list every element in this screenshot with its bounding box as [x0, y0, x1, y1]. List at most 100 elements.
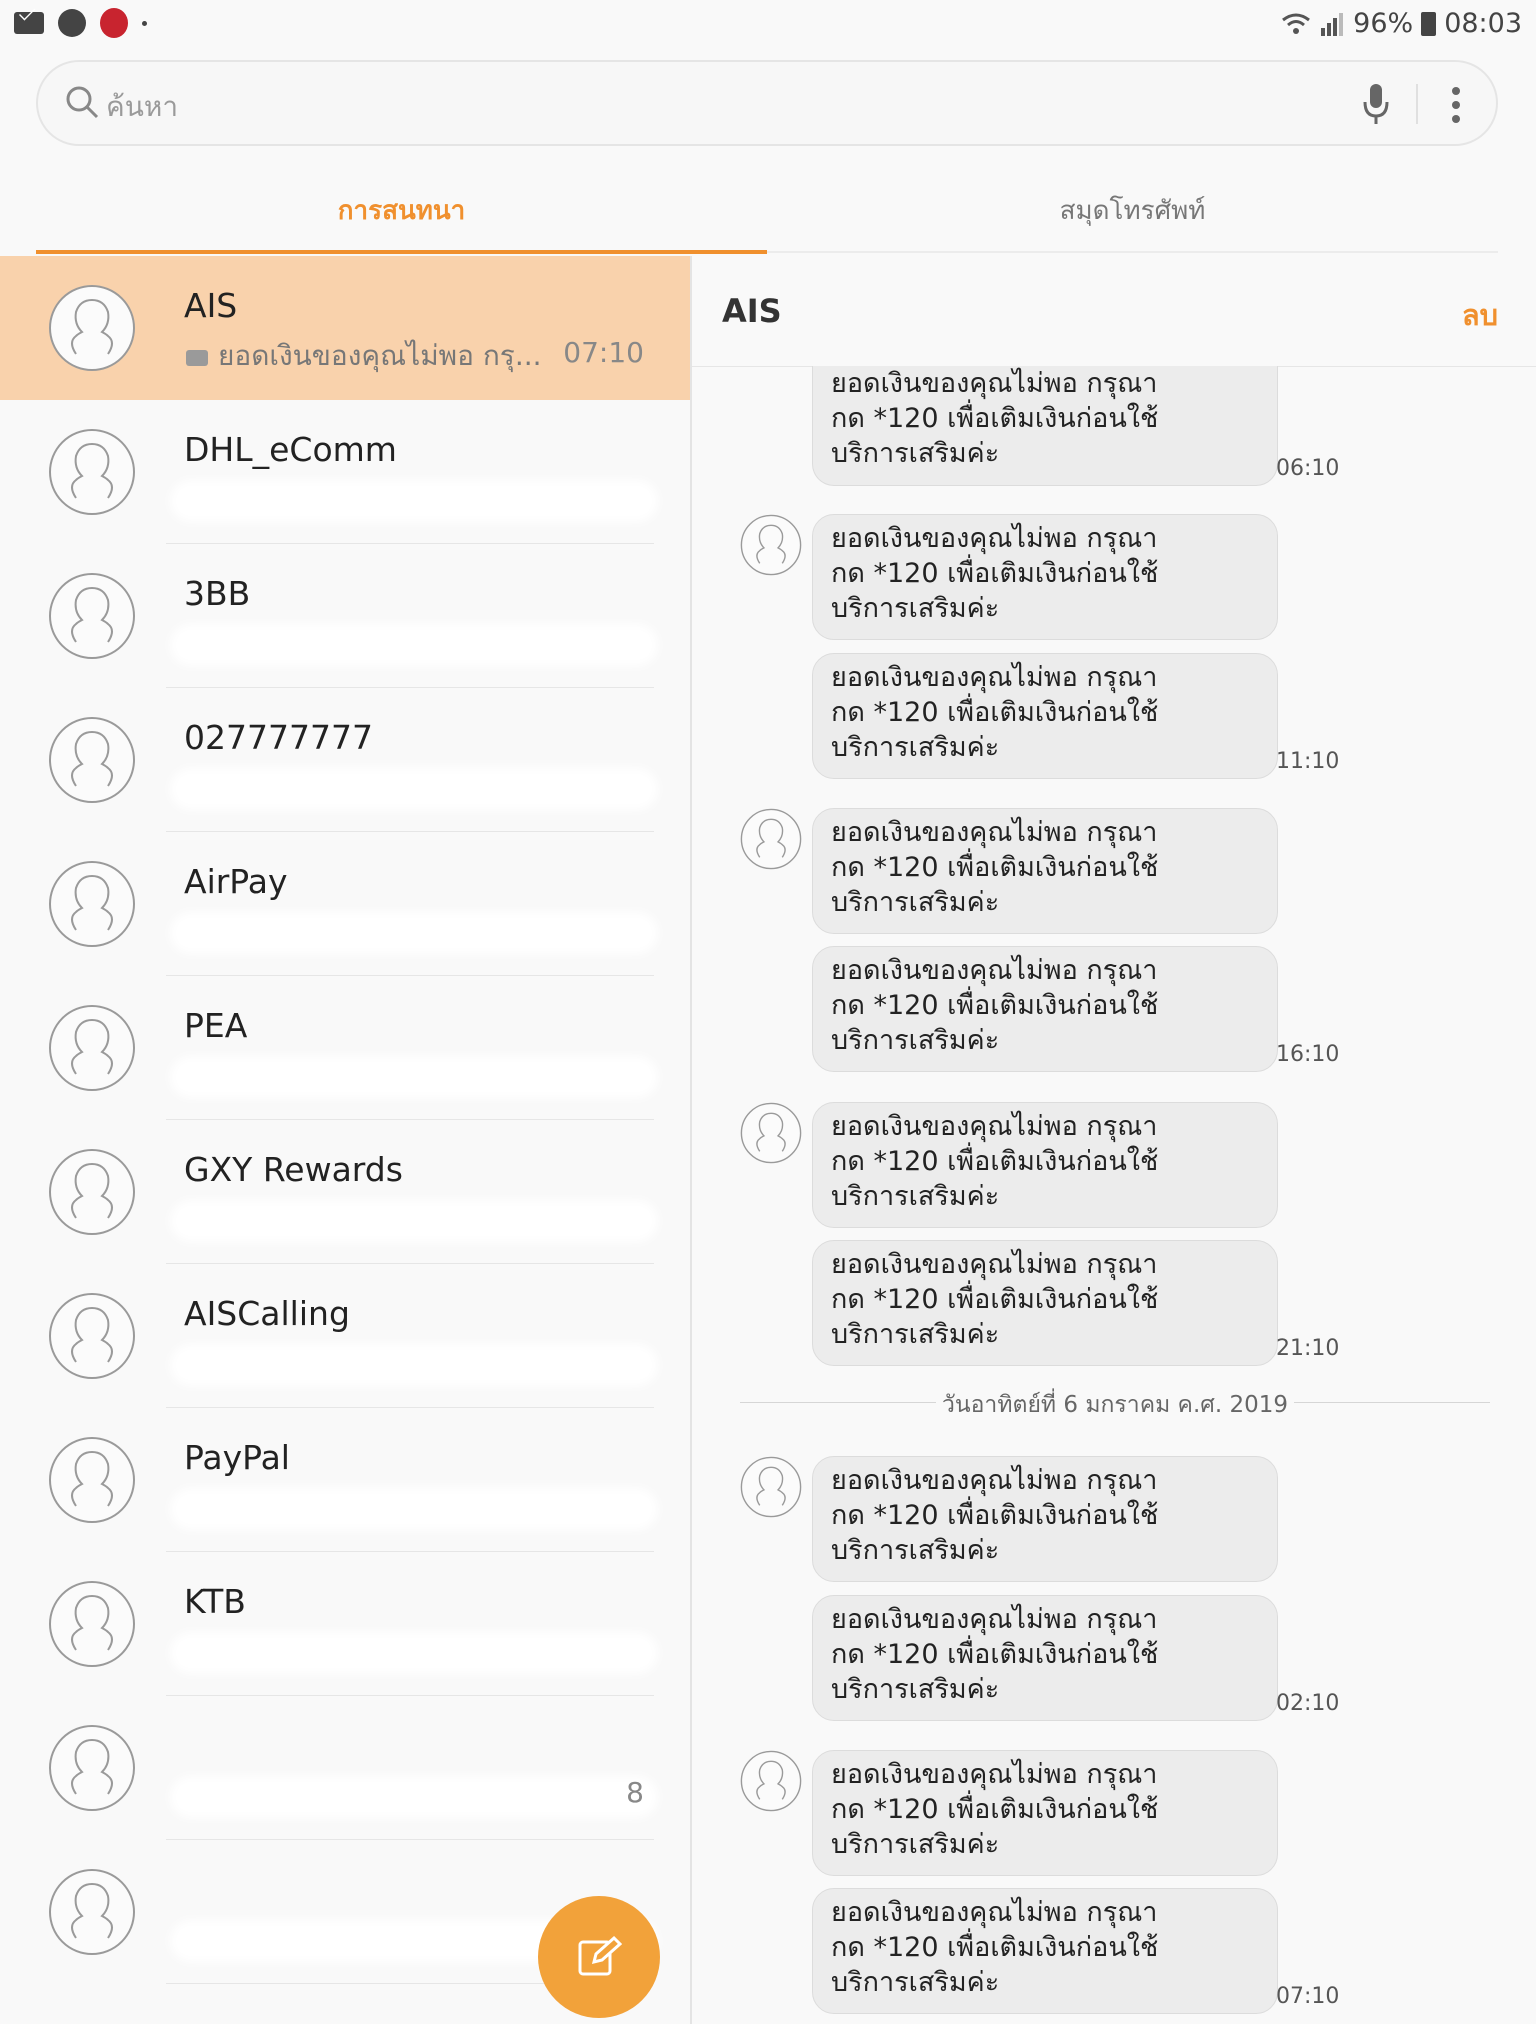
contact-avatar-icon [49, 717, 135, 803]
conversation-item[interactable]: 3BB [0, 544, 690, 688]
sender-avatar-icon[interactable] [740, 1102, 802, 1164]
contact-avatar-icon [48, 1436, 136, 1524]
blurred-preview [176, 630, 652, 660]
contact-avatar-icon [49, 861, 135, 947]
tab-contacts[interactable]: สมุดโทรศัพท์ [767, 190, 1498, 226]
contact-avatar-icon [49, 1293, 135, 1379]
date-separator-label: วันอาทิตย์ที่ 6 มกราคม ค.ศ. 2019 [941, 1392, 1289, 1418]
message-time: 16:10 [1276, 1042, 1340, 1067]
blurred-preview [176, 774, 652, 804]
contact-avatar-icon [48, 716, 136, 804]
contact-avatar-icon [48, 1580, 136, 1668]
blurred-preview [176, 1062, 652, 1092]
contact-avatar-icon [49, 1869, 135, 1955]
conversation-preview-text: ยอดเงินของคุณไม่พอ กรุ... [218, 339, 542, 372]
message-bubble[interactable]: ยอดเงินของคุณไม่พอ กรุณา กด *120 เพื่อเต… [812, 1456, 1278, 1582]
conversation-name: PayPal [184, 1438, 290, 1477]
conversation-item[interactable]: KTB [0, 1552, 690, 1696]
status-bar: 96% 08:03 [0, 0, 1536, 48]
sender-avatar-icon [740, 808, 802, 870]
conversation-item[interactable]: 8 [0, 1696, 690, 1840]
wifi-icon [1282, 13, 1311, 34]
contact-avatar-icon [48, 428, 136, 516]
conversation-name: AirPay [184, 862, 288, 901]
conversation-list[interactable]: AIS ยอดเงินของคุณไม่พอ กรุ... 07:10 DHL_eCo… [0, 256, 690, 2024]
contact-avatar-icon [49, 1581, 135, 1667]
blurred-preview [176, 486, 652, 516]
message-bubble[interactable]: ยอดเงินของคุณไม่พอ กรุณา กด *120 เพื่อเต… [812, 1240, 1278, 1366]
chat-pane: AIS ลบ วันอาทิตย์ที่ 6 มกราคม ค.ศ. 2019 … [692, 256, 1536, 2024]
contact-avatar-icon [48, 1148, 136, 1236]
sender-avatar-icon[interactable] [740, 514, 802, 576]
mic-icon[interactable] [1362, 82, 1390, 126]
contact-avatar-icon [48, 1004, 136, 1092]
contact-avatar-icon [48, 1724, 136, 1812]
message-time: 11:10 [1276, 749, 1340, 774]
search-icon [66, 86, 99, 119]
conversation-name: AIS [184, 286, 238, 325]
contact-avatar-icon [49, 285, 135, 371]
message-bubble[interactable]: ยอดเงินของคุณไม่พอ กรุณา กด *120 เพื่อเต… [812, 653, 1278, 779]
battery-icon [1421, 11, 1437, 36]
sender-avatar-icon [740, 1750, 802, 1812]
message-bubble[interactable]: ยอดเงินของคุณไม่พอ กรุณา กด *120 เพื่อเต… [812, 1750, 1278, 1876]
conversation-item[interactable]: DHL_eComm [0, 400, 690, 544]
message-bubble[interactable]: ยอดเงินของคุณไม่พอ กรุณา กด *120 เพื่อเต… [812, 946, 1278, 1072]
sender-avatar-icon[interactable] [740, 808, 802, 870]
conversation-time: 8 [626, 1776, 644, 1809]
blurred-preview [176, 1494, 652, 1524]
conversation-item[interactable]: GXY Rewards [0, 1120, 690, 1264]
signal-icon [1321, 12, 1344, 36]
date-separator: วันอาทิตย์ที่ 6 มกราคม ค.ศ. 2019 [740, 1387, 1490, 1418]
sender-avatar-icon[interactable] [740, 1750, 802, 1812]
sender-avatar-icon[interactable] [740, 1456, 802, 1518]
message-bubble[interactable]: ยอดเงินของคุณไม่พอ กรุณา กด *120 เพื่อเต… [812, 808, 1278, 934]
contact-avatar-icon [49, 573, 135, 659]
contact-avatar-icon [49, 1149, 135, 1235]
conversation-item[interactable]: PEA [0, 976, 690, 1120]
message-bubble[interactable]: ยอดเงินของคุณไม่พอ กรุณา กด *120 เพื่อเต… [812, 514, 1278, 640]
compose-button[interactable] [538, 1896, 660, 2018]
conversation-item[interactable]: AIS ยอดเงินของคุณไม่พอ กรุ... 07:10 [0, 256, 690, 400]
received-message-icon [186, 350, 208, 366]
clock: 08:03 [1444, 8, 1522, 39]
message-bubble[interactable]: ยอดเงินของคุณไม่พอ กรุณา กด *120 เพื่อเต… [812, 1595, 1278, 1721]
message-bubble[interactable]: ยอดเงินของคุณไม่พอ กรุณา กด *120 เพื่อเต… [812, 1102, 1278, 1228]
chat-title: AIS [722, 292, 782, 330]
conversation-item[interactable]: 027777777 [0, 688, 690, 832]
contact-avatar-icon [49, 1437, 135, 1523]
search-input[interactable]: ค้นหา [106, 85, 178, 129]
search-divider [1416, 84, 1418, 124]
conversation-name: 027777777 [184, 718, 373, 757]
more-vert-icon[interactable] [1450, 86, 1462, 124]
conversation-name: KTB [184, 1582, 246, 1621]
message-bubble[interactable]: ยอดเงินของคุณไม่พอ กรุณา กด *120 เพื่อเต… [812, 366, 1278, 486]
conversation-name: DHL_eComm [184, 430, 397, 469]
mail-icon [14, 12, 44, 34]
tab-indicator [36, 250, 767, 254]
contact-avatar-icon [48, 1868, 136, 1956]
blurred-preview [176, 1206, 652, 1236]
conversation-name: 3BB [184, 574, 251, 613]
message-time: 02:10 [1276, 1691, 1340, 1716]
sender-avatar-icon [740, 1456, 802, 1518]
contact-avatar-icon [49, 1725, 135, 1811]
conversation-name: PEA [184, 1006, 248, 1045]
sender-avatar-icon [740, 514, 802, 576]
delete-button[interactable]: ลบ [1462, 292, 1498, 338]
contact-avatar-icon [48, 572, 136, 660]
notification-dot-icon [142, 20, 147, 26]
tab-conversations[interactable]: การสนทนา [36, 190, 767, 226]
contact-avatar-icon [48, 284, 136, 372]
battery-percent: 96% [1353, 8, 1414, 39]
message-bubble[interactable]: ยอดเงินของคุณไม่พอ กรุณา กด *120 เพื่อเต… [812, 1888, 1278, 2014]
conversation-name: AISCalling [184, 1294, 350, 1333]
message-time: 21:10 [1276, 1336, 1340, 1361]
contact-avatar-icon [48, 1292, 136, 1380]
search-bar[interactable]: ค้นหา [36, 60, 1498, 146]
conversation-item[interactable]: PayPal [0, 1408, 690, 1552]
conversation-item[interactable]: AirPay [0, 832, 690, 976]
blurred-preview [176, 1782, 652, 1812]
blurred-preview [176, 918, 652, 948]
conversation-item[interactable]: AISCalling [0, 1264, 690, 1408]
